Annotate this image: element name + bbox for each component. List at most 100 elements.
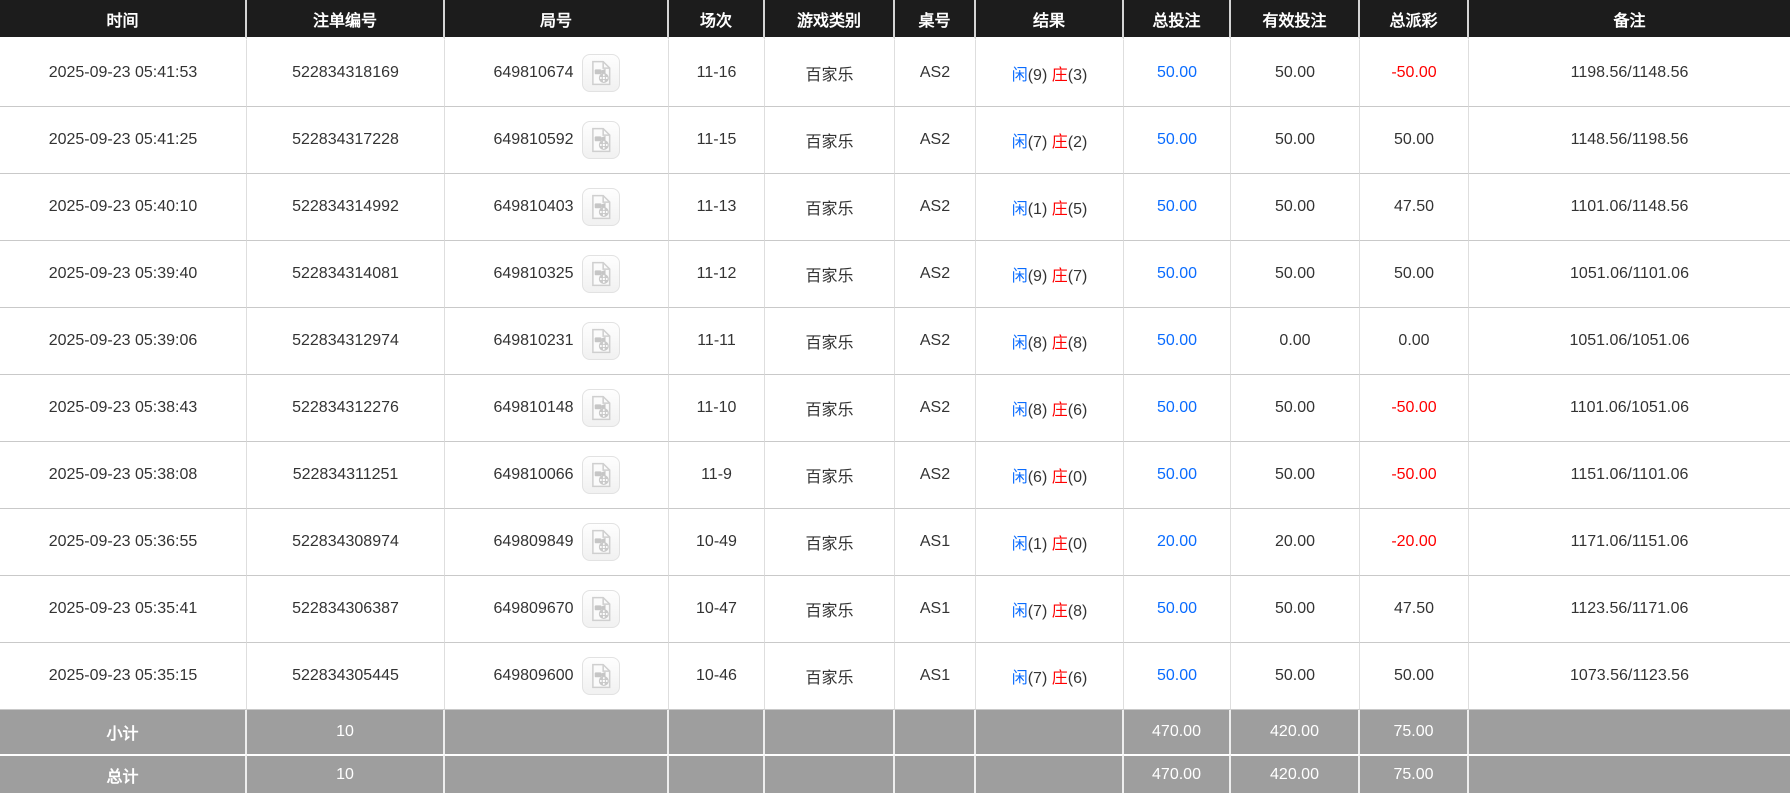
- time-cell: 2025-09-23 05:39:40: [0, 241, 247, 308]
- grand-total-count: 10: [247, 754, 445, 793]
- player-score: (1): [1027, 201, 1052, 218]
- summary-empty-cell: [669, 710, 765, 754]
- game-type-cell: 百家乐: [765, 375, 895, 442]
- session-cell: 11-15: [669, 107, 765, 174]
- grand-total-valid-bet: 420.00: [1231, 754, 1360, 793]
- total-bet-cell: 50.00: [1124, 375, 1231, 442]
- video-replay-icon: [591, 60, 610, 86]
- game-type-cell: 百家乐: [765, 509, 895, 576]
- total-bet-cell: 50.00: [1124, 576, 1231, 643]
- video-replay-icon: [591, 462, 610, 488]
- total-bet-link[interactable]: 50.00: [1157, 265, 1197, 282]
- total-bet-link[interactable]: 50.00: [1157, 332, 1197, 349]
- player-score: (1): [1027, 536, 1052, 553]
- banker-score: (0): [1067, 469, 1088, 486]
- result-cell: 闲(9) 庄(3): [976, 40, 1124, 107]
- total-payout-cell: -50.00: [1360, 40, 1469, 107]
- valid-bet-cell: 50.00: [1231, 576, 1360, 643]
- session-cell: 10-49: [669, 509, 765, 576]
- table-row: 2025-09-23 05:38:08 522834311251 649810066…: [0, 442, 1790, 509]
- summary-empty-cell: [445, 754, 669, 793]
- player-score: (9): [1027, 67, 1052, 84]
- total-bet-cell: 50.00: [1124, 643, 1231, 710]
- bet-number-cell: 522834317228: [247, 107, 445, 174]
- video-replay-button[interactable]: [581, 54, 620, 92]
- grand-total-label: 总计: [0, 754, 247, 793]
- game-type-cell: 百家乐: [765, 174, 895, 241]
- banker-result-label: 庄: [1051, 402, 1068, 419]
- game-type-cell: 百家乐: [765, 107, 895, 174]
- table-number-cell: AS2: [895, 40, 976, 107]
- round-cell-content: 649810148: [445, 389, 668, 427]
- round-number: 649810066: [493, 466, 574, 483]
- player-score: (7): [1027, 134, 1052, 151]
- summary-empty-cell: [895, 754, 976, 793]
- total-bet-link[interactable]: 50.00: [1157, 667, 1197, 684]
- valid-bet-cell: 50.00: [1231, 107, 1360, 174]
- video-replay-button[interactable]: [581, 657, 620, 695]
- player-result-label: 闲: [1011, 335, 1028, 352]
- total-bet-link[interactable]: 50.00: [1157, 64, 1197, 81]
- table-row: 2025-09-23 05:35:15 522834305445 649809600…: [0, 643, 1790, 710]
- video-replay-button[interactable]: [581, 121, 620, 159]
- summary-empty-cell: [765, 754, 895, 793]
- video-replay-button[interactable]: [581, 322, 620, 360]
- total-bet-link[interactable]: 20.00: [1157, 533, 1197, 550]
- total-bet-link[interactable]: 50.00: [1157, 198, 1197, 215]
- total-bet-link[interactable]: 50.00: [1157, 466, 1197, 483]
- total-bet-link[interactable]: 50.00: [1157, 600, 1197, 617]
- session-cell: 10-47: [669, 576, 765, 643]
- grand-total-total-payout: 75.00: [1360, 754, 1469, 793]
- total-bet-link[interactable]: 50.00: [1157, 399, 1197, 416]
- player-result-label: 闲: [1011, 67, 1028, 84]
- remark-cell: 1073.56/1123.56: [1469, 643, 1790, 710]
- bet-number-cell: 522834312276: [247, 375, 445, 442]
- total-payout-cell: -50.00: [1360, 375, 1469, 442]
- banker-score: (0): [1067, 536, 1088, 553]
- time-cell: 2025-09-23 05:35:15: [0, 643, 247, 710]
- valid-bet-cell: 50.00: [1231, 442, 1360, 509]
- video-replay-button[interactable]: [581, 523, 620, 561]
- round-cell-content: 649810231: [445, 322, 668, 360]
- subtotal-total-payout: 75.00: [1360, 710, 1469, 754]
- round-cell-content: 649809849: [445, 523, 668, 561]
- total-bet-link[interactable]: 50.00: [1157, 131, 1197, 148]
- remark-cell: 1123.56/1171.06: [1469, 576, 1790, 643]
- remark-cell: 1151.06/1101.06: [1469, 442, 1790, 509]
- summary-empty-cell: [976, 754, 1124, 793]
- subtotal-label: 小计: [0, 710, 247, 754]
- banker-score: (5): [1067, 201, 1088, 218]
- round-cell: 649809600: [445, 643, 669, 710]
- banker-result-label: 庄: [1051, 335, 1068, 352]
- video-replay-button[interactable]: [581, 590, 620, 628]
- grand-total-total-bet: 470.00: [1124, 754, 1231, 793]
- player-result-label: 闲: [1011, 402, 1028, 419]
- column-header-valid-bet: 有效投注: [1231, 0, 1360, 40]
- round-cell-content: 649810592: [445, 121, 668, 159]
- banker-result-label: 庄: [1051, 603, 1068, 620]
- summary-empty-cell: [895, 710, 976, 754]
- banker-score: (8): [1067, 603, 1088, 620]
- table-row: 2025-09-23 05:40:10 522834314992 649810403…: [0, 174, 1790, 241]
- video-replay-button[interactable]: [581, 188, 620, 226]
- total-bet-cell: 50.00: [1124, 107, 1231, 174]
- video-replay-icon: [591, 261, 610, 287]
- player-result-label: 闲: [1011, 536, 1028, 553]
- video-replay-icon: [591, 596, 610, 622]
- table-number-cell: AS1: [895, 643, 976, 710]
- video-replay-icon: [591, 395, 610, 421]
- summary-empty-cell: [1469, 710, 1790, 754]
- subtotal-total-bet: 470.00: [1124, 710, 1231, 754]
- round-cell: 649809849: [445, 509, 669, 576]
- video-replay-button[interactable]: [581, 389, 620, 427]
- video-replay-button[interactable]: [581, 255, 620, 293]
- valid-bet-cell: 50.00: [1231, 375, 1360, 442]
- video-replay-button[interactable]: [581, 456, 620, 494]
- player-result-label: 闲: [1011, 134, 1028, 151]
- session-cell: 11-13: [669, 174, 765, 241]
- column-header-total-bet: 总投注: [1124, 0, 1231, 40]
- round-number: 649810325: [493, 265, 574, 282]
- total-bet-cell: 20.00: [1124, 509, 1231, 576]
- result-cell: 闲(7) 庄(8): [976, 576, 1124, 643]
- result-cell: 闲(1) 庄(5): [976, 174, 1124, 241]
